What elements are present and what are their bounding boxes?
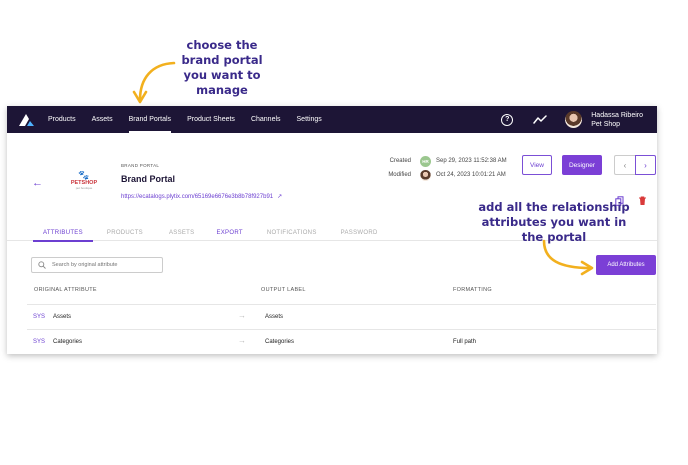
user-avatar[interactable] <box>565 111 583 128</box>
tab-attributes[interactable]: ATTRIBUTES <box>33 224 93 242</box>
portal-url-link[interactable]: https://ecatalogs.plytix.com/65169e6676e… <box>121 193 282 200</box>
output-label: Categories <box>265 339 295 345</box>
nav-channels[interactable]: Channels <box>251 106 281 133</box>
output-label: Assets <box>265 314 284 320</box>
activity-trend-icon[interactable] <box>533 114 547 125</box>
user-account: Pet Shop <box>591 120 621 128</box>
tab-notifications[interactable]: NOTIFICATIONS <box>267 224 317 241</box>
nav-product-sheets[interactable]: Product Sheets <box>187 106 235 133</box>
nav-products[interactable]: Products <box>48 106 76 133</box>
trash-icon[interactable] <box>638 196 647 206</box>
created-label: Created <box>389 158 411 164</box>
user-menu[interactable]: Hadassa Ribeiro Pet Shop <box>591 111 643 129</box>
help-icon[interactable]: ? <box>501 113 514 126</box>
formatting-value: Full path <box>453 339 477 345</box>
designer-button[interactable]: Designer <box>562 155 602 175</box>
portal-pager: ‹ › <box>614 155 656 175</box>
tab-export[interactable]: EXPORT <box>216 224 242 241</box>
nav-assets[interactable]: Assets <box>92 106 113 133</box>
system-tag: SYS <box>33 339 46 345</box>
plytix-logo-icon[interactable] <box>17 113 35 127</box>
screenshot-canvas: choose the brand portal you want to mana… <box>0 0 688 465</box>
tab-products[interactable]: PRODUCTS <box>107 224 143 241</box>
petshop-logo-tagline: pet boutique <box>75 186 93 190</box>
previous-icon[interactable]: ‹ <box>614 155 635 175</box>
annotation-choose-portal: choose the brand portal you want to mana… <box>181 38 263 97</box>
annotation-arrow-right-icon <box>542 239 594 276</box>
created-by-badge: HR <box>420 156 431 167</box>
search-input[interactable] <box>52 262 162 268</box>
modified-by-avatar <box>420 170 431 181</box>
annotation-arrow-down-icon <box>132 61 176 104</box>
original-attribute: Assets <box>53 314 72 320</box>
add-attributes-button[interactable]: Add Attributes <box>596 255 656 275</box>
arrow-right-icon: → <box>238 311 246 320</box>
table-row[interactable]: SYS Categories → Categories Full path <box>27 329 656 354</box>
column-header-formatting: FORMATTING <box>453 287 492 293</box>
external-link-icon[interactable]: ↗ <box>277 194 282 200</box>
view-button[interactable]: View <box>522 155 552 175</box>
modified-label: Modified <box>388 172 411 178</box>
back-arrow-icon[interactable]: ← <box>32 177 43 189</box>
modified-date: Oct 24, 2023 10:01:21 AM <box>436 172 506 178</box>
portal-caption: BRAND PORTAL <box>121 163 160 168</box>
original-attribute: Categories <box>53 339 83 345</box>
nav-right-group: ? Hadassa Ribeiro Pet Shop <box>501 106 657 133</box>
paw-icon: 🐾 <box>78 170 90 180</box>
tab-password[interactable]: PASSWORD <box>341 224 378 241</box>
nav-settings[interactable]: Settings <box>297 106 322 133</box>
petshop-logo: 🐾 PETSHOP pet boutique <box>69 170 99 191</box>
column-header-original: ORIGINAL ATTRIBUTE <box>34 287 97 293</box>
portal-url-text[interactable]: https://ecatalogs.plytix.com/65169e6676e… <box>121 194 273 200</box>
table-row[interactable]: SYS Assets → Assets <box>27 304 656 329</box>
column-header-output: OUTPUT LABEL <box>261 287 306 293</box>
search-box[interactable] <box>31 257 163 273</box>
nav-brand-portals[interactable]: Brand Portals <box>128 106 172 133</box>
next-icon[interactable]: › <box>635 155 656 175</box>
tab-assets[interactable]: ASSETS <box>169 224 194 241</box>
arrow-right-icon: → <box>238 336 246 345</box>
system-tag: SYS <box>33 314 46 320</box>
top-navigation: Products Assets Brand Portals Product Sh… <box>7 106 657 133</box>
created-date: Sep 29, 2023 11:52:38 AM <box>436 158 507 164</box>
user-name: Hadassa Ribeiro <box>591 111 643 119</box>
search-icon <box>38 261 46 269</box>
page-title: Brand Portal <box>121 174 176 184</box>
